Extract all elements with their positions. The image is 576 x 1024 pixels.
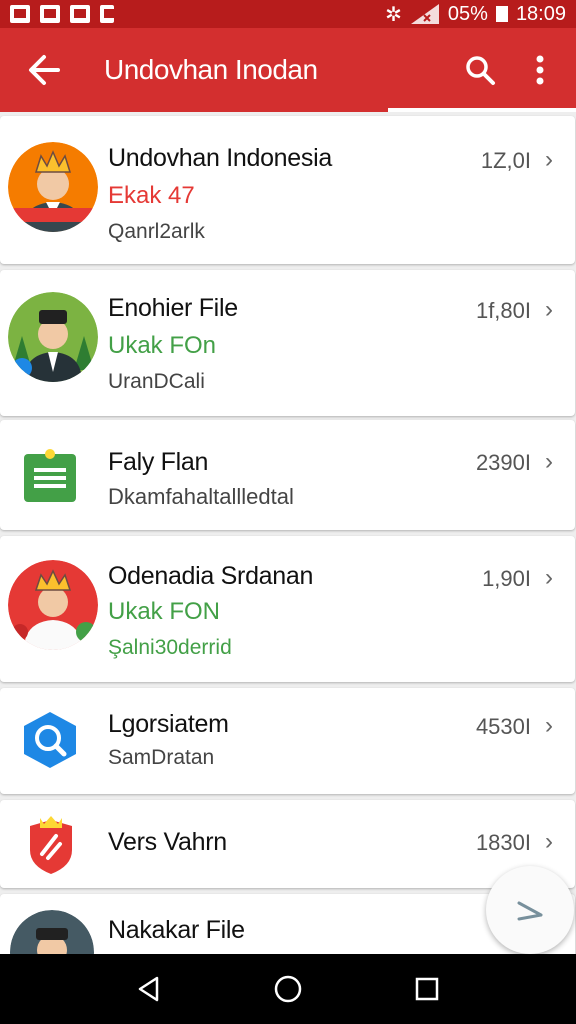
chevron-right-icon: › [545, 448, 553, 475]
nav-recents-icon [415, 977, 438, 1001]
page-title: Undovhan Inodan [104, 54, 318, 85]
list-item[interactable]: Vers Vahrn 1830I › [0, 800, 575, 888]
nav-back-icon [139, 976, 159, 1002]
image-icon [70, 5, 90, 23]
item-title: Odenadia Srdanan [108, 562, 314, 590]
list-item[interactable]: Lgorsiatem SamDratan 4530I › [0, 688, 575, 794]
nav-home-icon [274, 975, 302, 1003]
item-size: 1Z,0I [480, 148, 531, 173]
item-meta: Dkamfahaltallledtal [108, 484, 294, 509]
battery-percent: 05% [447, 2, 488, 25]
chevron-right-icon: › [545, 146, 553, 173]
status-right: ✲ 05% 18:09 [385, 2, 566, 27]
item-title: Faly Flan [108, 448, 209, 476]
search-app-icon [22, 710, 78, 768]
notification-icons [10, 5, 116, 23]
scroll-fab[interactable] [486, 866, 574, 954]
app-bar: Undovhan Inodan [0, 28, 576, 112]
back-button[interactable] [0, 28, 88, 112]
search-button[interactable] [456, 46, 504, 94]
nav-recents-button[interactable] [407, 969, 447, 1009]
avatar [8, 142, 98, 232]
item-title: Lgorsiatem [108, 710, 229, 738]
list-item[interactable]: Enohier File Ukak FOn UranDCali 1f,80I › [0, 270, 575, 416]
spreadsheet-icon [22, 448, 78, 504]
item-title: Nakakar File [108, 916, 245, 944]
item-title: Enohier File [108, 294, 238, 322]
signal-icon [410, 4, 439, 24]
item-size: 2390I [475, 450, 531, 475]
chevron-right-icon: › [545, 828, 553, 855]
list-item[interactable]: Undovhan Indonesia Ekak 47 Qanrl2arlk 1Z… [0, 116, 575, 264]
item-size: 4530I [475, 714, 531, 739]
item-subtitle: Ukak FON [108, 598, 221, 625]
item-size: 1f,80I [475, 298, 531, 323]
battery-icon [495, 6, 508, 22]
item-size: 1,90I [482, 566, 531, 591]
more-options-button[interactable] [516, 46, 564, 94]
item-meta: Qanrl2arlk [108, 220, 205, 243]
settings-icon: ✲ [385, 3, 402, 26]
gmail-icon [10, 5, 30, 23]
chevron-right-icon: › [545, 712, 553, 739]
android-icon [100, 5, 116, 23]
item-meta: SamDratan [108, 746, 215, 769]
item-subtitle: Ekak 47 [108, 182, 195, 209]
item-title: Vers Vahrn [108, 828, 227, 856]
avatar [8, 292, 98, 382]
shield-icon [26, 816, 82, 874]
item-meta: UranDCali [108, 370, 205, 393]
avatar [10, 910, 94, 954]
list-item[interactable]: Faly Flan Dkamfahaltallledtal 2390I › [0, 420, 575, 530]
list-item[interactable]: Odenadia Srdanan Ukak FON Şalni30derrid … [0, 536, 575, 682]
item-subtitle: Ukak FOn [108, 332, 217, 359]
clock: 18:09 [515, 2, 566, 25]
avatar [8, 560, 98, 650]
chevron-right-icon: › [545, 564, 553, 591]
status-bar: ✲ 05% 18:09 [0, 0, 576, 28]
file-list: Undovhan Indonesia Ekak 47 Qanrl2arlk 1Z… [0, 112, 576, 954]
chevron-right-icon: › [545, 296, 553, 323]
chevron-down-icon [517, 901, 543, 921]
more-vert-icon [536, 55, 544, 85]
item-size: 1830I [475, 830, 531, 855]
mail-icon [40, 5, 60, 23]
arrow-back-icon [29, 55, 60, 85]
item-meta: Şalni30derrid [108, 636, 232, 659]
nav-home-button[interactable] [268, 969, 308, 1009]
system-nav-bar [0, 954, 576, 1024]
nav-back-button[interactable] [129, 969, 169, 1009]
item-title: Undovhan Indonesia [108, 144, 332, 172]
search-icon [466, 56, 495, 85]
